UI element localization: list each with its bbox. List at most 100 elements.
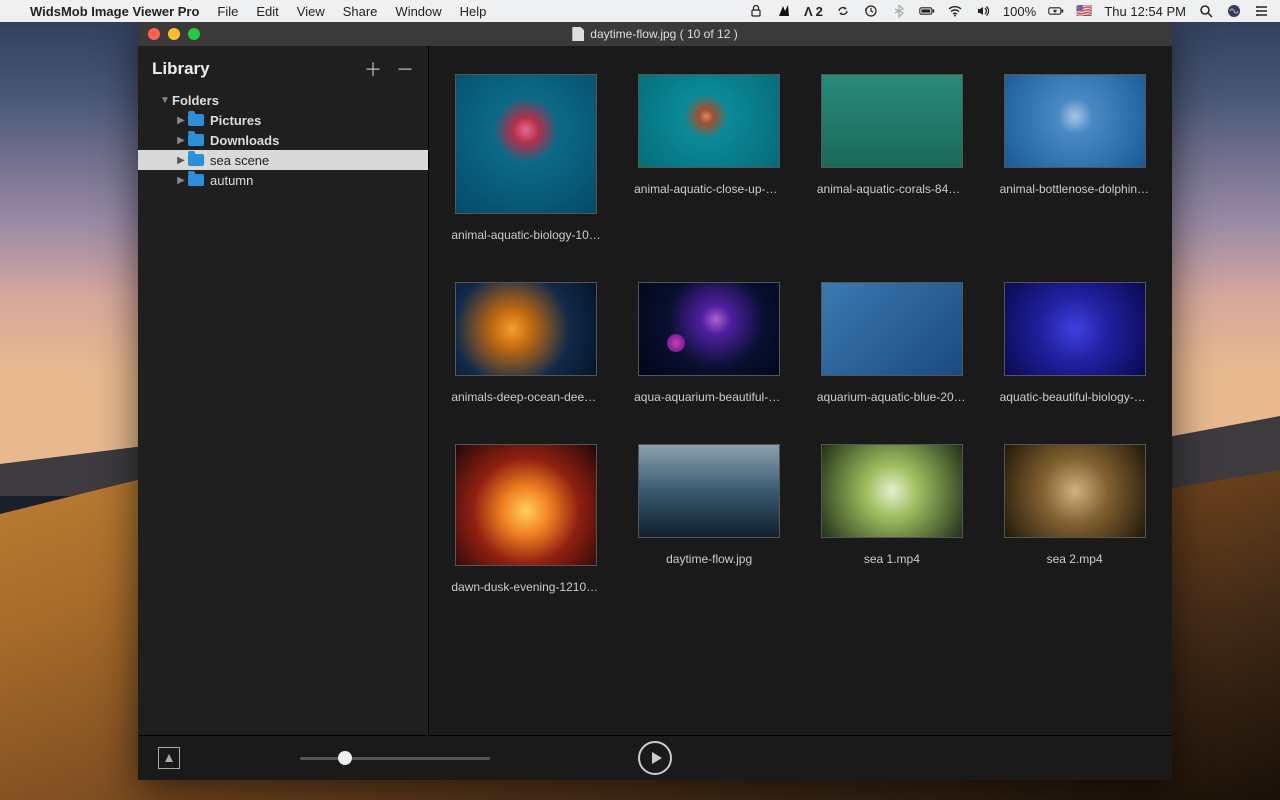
remove-button[interactable]: － bbox=[396, 56, 414, 82]
thumbnail-image[interactable] bbox=[1004, 444, 1146, 538]
lock-icon[interactable] bbox=[748, 3, 764, 19]
thumbnail-caption: animal-aquatic-close-up-1207875.jpg bbox=[634, 182, 784, 196]
folder-icon bbox=[188, 114, 204, 126]
sidebar-item-label: sea scene bbox=[210, 153, 269, 168]
sidebar-item-label: autumn bbox=[210, 173, 253, 188]
sidebar-item-label: Downloads bbox=[210, 133, 279, 148]
power-icon[interactable] bbox=[1048, 3, 1064, 19]
thumbnail-image[interactable] bbox=[455, 282, 597, 376]
volume-icon[interactable] bbox=[975, 3, 991, 19]
thumbnail-caption: animals-deep-ocean-deep-sea-920171.jpg bbox=[451, 390, 601, 404]
adobe-status-icon[interactable]: Λ2 bbox=[804, 4, 823, 19]
macos-menubar: WidsMob Image Viewer Pro File Edit View … bbox=[0, 0, 1280, 22]
thumbnail-image[interactable] bbox=[455, 444, 597, 566]
menu-edit[interactable]: Edit bbox=[256, 4, 278, 19]
sidebar-item-Pictures[interactable]: ▶ Pictures bbox=[138, 110, 428, 130]
menu-view[interactable]: View bbox=[297, 4, 325, 19]
thumbnail-image[interactable] bbox=[1004, 282, 1146, 376]
thumbnail-item[interactable]: aquatic-beautiful-biology-920147.jpg bbox=[997, 282, 1152, 404]
folder-icon bbox=[188, 134, 204, 146]
thumbnail-item[interactable]: sea 1.mp4 bbox=[815, 444, 970, 594]
thumbnail-item[interactable]: animal-bottlenose-dolphin-cute-64219.jpg bbox=[997, 74, 1152, 242]
play-icon bbox=[652, 752, 662, 764]
folder-tree: ▼ Folders ▶Pictures▶Downloads▶sea scene▶… bbox=[138, 90, 428, 190]
thumbnail-item[interactable]: aquarium-aquatic-blue-2026756.jpg bbox=[815, 282, 970, 404]
single-view-button[interactable] bbox=[158, 747, 180, 769]
wifi-icon[interactable] bbox=[947, 3, 963, 19]
chevron-right-icon[interactable]: ▶ bbox=[176, 135, 186, 146]
window-zoom-button[interactable] bbox=[188, 28, 200, 40]
window-close-button[interactable] bbox=[148, 28, 160, 40]
thumbnail-image[interactable] bbox=[821, 282, 963, 376]
sidebar-item-sea-scene[interactable]: ▶ sea scene bbox=[138, 150, 428, 170]
thumbnail-item[interactable]: daytime-flow.jpg bbox=[632, 444, 787, 594]
thumbnail-caption: aqua-aquarium-beautiful-1476254.jpg bbox=[634, 390, 784, 404]
spotlight-icon[interactable] bbox=[1198, 3, 1214, 19]
window-minimize-button[interactable] bbox=[168, 28, 180, 40]
folder-icon bbox=[188, 174, 204, 186]
thumbnail-caption: daytime-flow.jpg bbox=[666, 552, 752, 566]
thumbnail-item[interactable]: animal-aquatic-close-up-1207875.jpg bbox=[632, 74, 787, 242]
thumbnail-image[interactable] bbox=[821, 74, 963, 168]
thumbnail-grid-area: animal-aquatic-biology-1069494.jpg animal… bbox=[429, 46, 1172, 735]
slider-knob[interactable] bbox=[338, 751, 352, 765]
thumbnail-item[interactable]: animal-aquatic-corals-847393.jpg bbox=[815, 74, 970, 242]
menu-help[interactable]: Help bbox=[460, 4, 487, 19]
input-flag-icon[interactable]: 🇺🇸 bbox=[1076, 3, 1092, 19]
thumbnail-image[interactable] bbox=[638, 444, 780, 538]
thumbnail-item[interactable]: animal-aquatic-biology-1069494.jpg bbox=[449, 74, 604, 242]
slideshow-play-button[interactable] bbox=[638, 741, 672, 775]
chevron-right-icon[interactable]: ▶ bbox=[176, 175, 186, 186]
app-menu[interactable]: WidsMob Image Viewer Pro bbox=[30, 4, 199, 19]
chevron-right-icon[interactable]: ▶ bbox=[176, 155, 186, 166]
tree-root-label: Folders bbox=[172, 93, 219, 108]
thumbnail-image[interactable] bbox=[821, 444, 963, 538]
thumbnail-image[interactable] bbox=[1004, 74, 1146, 168]
window-title: daytime-flow.jpg ( 10 of 12 ) bbox=[590, 27, 737, 41]
notification-center-icon[interactable] bbox=[1254, 3, 1270, 19]
tree-root-folders[interactable]: ▼ Folders bbox=[138, 90, 428, 110]
bluetooth-icon[interactable] bbox=[891, 3, 907, 19]
siri-icon[interactable] bbox=[1226, 3, 1242, 19]
menu-share[interactable]: Share bbox=[343, 4, 378, 19]
thumbnail-caption: dawn-dusk-evening-1210273.jpg bbox=[451, 580, 601, 594]
thumbnail-item[interactable]: aqua-aquarium-beautiful-1476254.jpg bbox=[632, 282, 787, 404]
thumbnail-item[interactable]: dawn-dusk-evening-1210273.jpg bbox=[449, 444, 604, 594]
menu-window[interactable]: Window bbox=[395, 4, 441, 19]
folder-icon bbox=[188, 154, 204, 166]
sidebar-item-autumn[interactable]: ▶ autumn bbox=[138, 170, 428, 190]
sidebar-item-Downloads[interactable]: ▶ Downloads bbox=[138, 130, 428, 150]
thumbnail-item[interactable]: animals-deep-ocean-deep-sea-920171.jpg bbox=[449, 282, 604, 404]
sync-icon[interactable] bbox=[835, 3, 851, 19]
sidebar-title: Library bbox=[152, 59, 210, 79]
slider-track bbox=[300, 757, 490, 760]
app-icon[interactable] bbox=[776, 3, 792, 19]
add-button[interactable]: ＋ bbox=[364, 56, 382, 82]
battery-percent: 100% bbox=[1003, 4, 1036, 19]
thumbnail-image[interactable] bbox=[455, 74, 597, 214]
menu-file[interactable]: File bbox=[217, 4, 238, 19]
thumbnail-caption: sea 1.mp4 bbox=[864, 552, 920, 566]
app-window: daytime-flow.jpg ( 10 of 12 ) Library ＋ … bbox=[138, 22, 1172, 780]
chevron-right-icon[interactable]: ▶ bbox=[176, 115, 186, 126]
bottom-toolbar bbox=[138, 735, 1172, 780]
battery-icon[interactable] bbox=[919, 3, 935, 19]
thumbnail-caption: animal-aquatic-biology-1069494.jpg bbox=[451, 228, 601, 242]
thumbnail-image[interactable] bbox=[638, 282, 780, 376]
thumbnail-caption: animal-aquatic-corals-847393.jpg bbox=[817, 182, 967, 196]
thumbnail-caption: aquatic-beautiful-biology-920147.jpg bbox=[1000, 390, 1150, 404]
thumbnail-size-slider[interactable] bbox=[300, 748, 490, 768]
thumbnail-grid: animal-aquatic-biology-1069494.jpg animal… bbox=[449, 74, 1152, 594]
sidebar-item-label: Pictures bbox=[210, 113, 261, 128]
thumbnail-caption: sea 2.mp4 bbox=[1047, 552, 1103, 566]
menubar-clock[interactable]: Thu 12:54 PM bbox=[1104, 4, 1186, 19]
thumbnail-image[interactable] bbox=[638, 74, 780, 168]
sidebar: Library ＋ － ▼ Folders ▶ Pictures ▶ Download… bbox=[138, 46, 429, 735]
window-titlebar[interactable]: daytime-flow.jpg ( 10 of 12 ) bbox=[138, 22, 1172, 46]
thumbnail-caption: animal-bottlenose-dolphin-cute-64219.jpg bbox=[1000, 182, 1150, 196]
thumbnail-item[interactable]: sea 2.mp4 bbox=[997, 444, 1152, 594]
document-icon bbox=[572, 27, 584, 41]
disclosure-triangle-icon[interactable]: ▼ bbox=[160, 95, 170, 106]
thumbnail-caption: aquarium-aquatic-blue-2026756.jpg bbox=[817, 390, 967, 404]
timemachine-icon[interactable] bbox=[863, 3, 879, 19]
